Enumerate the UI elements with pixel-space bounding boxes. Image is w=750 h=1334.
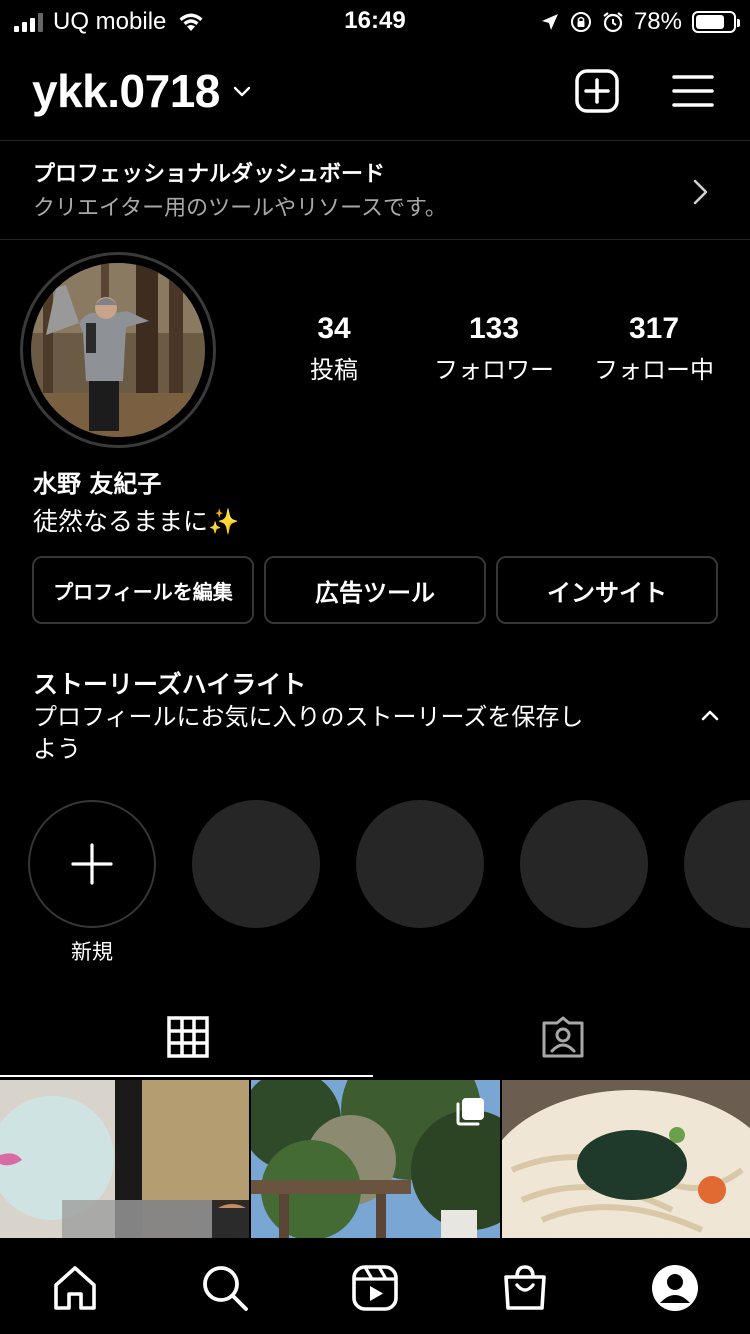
profile-avatar-icon [652,1265,698,1311]
stat-label: 投稿 [310,356,358,384]
professional-dashboard-link[interactable]: プロフェッショナルダッシュボード クリエイター用のツールやリソースです。 [0,142,750,238]
posts-count[interactable]: 34 投稿 [254,312,414,385]
dashboard-title: プロフェッショナルダッシュボード [33,162,386,187]
post-image [502,1080,750,1238]
battery-icon [692,11,740,33]
stat-label: フォロワー [434,356,554,384]
nav-home[interactable] [47,1260,103,1316]
bio-text: 徒然なるままに✨ [33,507,240,536]
highlight-placeholder [192,800,320,928]
status-bar: UQ mobile 16:49 78% [0,0,750,42]
shopping-bag-icon [504,1265,546,1310]
profile-header: ykk.0718 [0,56,750,136]
alarm-icon [603,12,623,33]
orientation-lock-icon [570,12,591,32]
insights-button[interactable]: インサイト [496,556,718,624]
stat-value: 133 [468,312,520,345]
location-arrow-icon [541,14,558,30]
stat-value: 317 [628,312,680,345]
post-thumbnail[interactable] [251,1080,500,1238]
tab-tagged[interactable] [375,998,750,1076]
active-tab-indicator [0,1075,373,1077]
plus-square-icon [575,69,619,113]
divider [0,239,750,240]
hamburger-menu-icon [672,75,714,107]
display-name: 水野 友紀子 [33,470,162,498]
chevron-right-icon [693,179,708,205]
dashboard-subtitle: クリエイター用のツールやリソースです。 [33,196,447,221]
nav-profile[interactable] [647,1260,703,1316]
post-thumbnail[interactable] [0,1080,249,1238]
edit-profile-button[interactable]: プロフィールを編集 [32,556,254,624]
battery-fill [696,15,725,29]
avatar-photo [31,263,205,437]
tab-posts-grid[interactable] [0,998,375,1076]
ad-tools-button[interactable]: 広告ツール [264,556,486,624]
menu-button[interactable] [668,66,718,116]
stat-value: 34 [317,312,351,345]
chevron-up-icon[interactable] [700,708,720,722]
post-image [0,1080,249,1238]
highlight-placeholder [684,800,750,928]
divider [0,140,750,141]
plus-icon [71,843,113,885]
new-highlight-label: 新規 [71,940,113,964]
nav-shop[interactable] [497,1260,553,1316]
highlight-placeholder [356,800,484,928]
username: ykk.0718 [32,65,220,117]
carousel-icon [456,1098,484,1126]
highlight-placeholder [520,800,648,928]
search-icon [203,1266,248,1311]
nav-reels[interactable] [347,1260,403,1316]
battery-percent: 78% [633,8,682,35]
grid-icon [166,1016,209,1058]
nav-search[interactable] [197,1260,253,1316]
post-thumbnail[interactable] [502,1080,750,1238]
reels-icon [352,1265,398,1311]
chevron-down-icon [233,86,251,97]
new-highlight-button[interactable] [28,800,156,928]
followers-count[interactable]: 133 フォロワー [414,312,574,385]
highlights-subtitle: プロフィールにお気に入りのストーリーズを保存しよう [33,703,584,763]
create-post-button[interactable] [572,66,622,116]
tagged-person-icon [542,1016,583,1058]
account-switcher[interactable]: ykk.0718 [32,64,252,118]
avatar[interactable] [31,263,205,437]
highlights-title: ストーリーズハイライト [33,670,307,699]
stat-label: フォロー中 [594,356,714,384]
home-icon [54,1266,96,1310]
bottom-navigation [0,1238,750,1334]
following-count[interactable]: 317 フォロー中 [574,312,734,385]
